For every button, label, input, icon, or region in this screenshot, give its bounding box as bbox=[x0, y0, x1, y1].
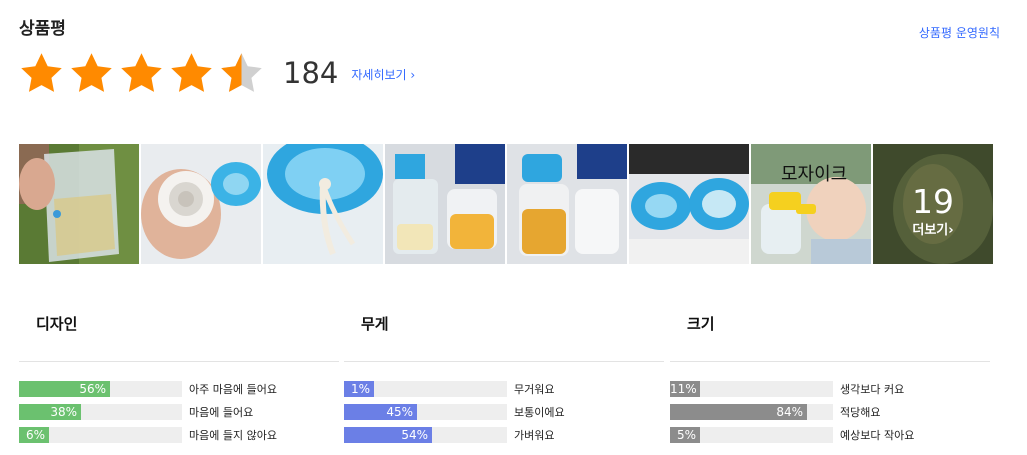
survey-row: 84% 적당해요 bbox=[670, 400, 990, 423]
review-photo-3[interactable] bbox=[263, 144, 383, 264]
survey-row: 38% 마음에 들어요 bbox=[19, 400, 339, 423]
star-icon bbox=[71, 52, 112, 92]
review-photo-6[interactable] bbox=[629, 144, 749, 264]
star-half-icon bbox=[221, 52, 262, 92]
review-photo-2[interactable] bbox=[141, 144, 261, 264]
star-icon bbox=[171, 52, 212, 92]
survey-divider bbox=[344, 361, 664, 362]
survey-weight: 무게 1% 무거워요 45% 보통이에요 54% 가벼워요 bbox=[344, 308, 664, 446]
survey-option-label: 보통이에요 bbox=[514, 405, 565, 419]
survey-rows: 56% 아주 마음에 들어요 38% 마음에 들어요 6% 마음에 들지 않아요 bbox=[19, 377, 339, 446]
more-photos-count: 19 bbox=[912, 182, 954, 221]
survey-option-label: 무거워요 bbox=[514, 382, 555, 396]
detail-link-label: 자세히보기 bbox=[351, 67, 407, 82]
svg-text:모자이크: 모자이크 bbox=[781, 164, 847, 185]
review-policy-link[interactable]: 상품평 운영원칙 bbox=[919, 24, 1000, 41]
star-rating bbox=[19, 51, 264, 96]
survey-bar: 54% bbox=[344, 426, 507, 443]
survey-design: 디자인 56% 아주 마음에 들어요 38% 마음에 들어요 6% 마음에 들지… bbox=[19, 308, 339, 446]
review-count: 184 bbox=[283, 56, 339, 90]
more-photos-button[interactable]: 19 더보기› bbox=[873, 144, 993, 264]
review-photo-5[interactable] bbox=[507, 144, 627, 264]
survey-bar: 45% bbox=[344, 403, 507, 420]
survey-title: 크기 bbox=[687, 315, 715, 333]
survey-bar: 38% bbox=[19, 403, 182, 420]
survey-row: 45% 보통이에요 bbox=[344, 400, 664, 423]
survey-bar: 56% bbox=[19, 380, 182, 397]
survey-option-label: 생각보다 커요 bbox=[840, 382, 905, 396]
survey-rows: 1% 무거워요 45% 보통이에요 54% 가벼워요 bbox=[344, 377, 664, 446]
survey-row: 11% 생각보다 커요 bbox=[670, 377, 990, 400]
survey-row: 6% 마음에 들지 않아요 bbox=[19, 423, 339, 446]
survey-percent: 56% bbox=[79, 381, 106, 396]
star-icon bbox=[21, 52, 62, 92]
survey-option-label: 마음에 들지 않아요 bbox=[189, 428, 277, 442]
survey-rows: 11% 생각보다 커요 84% 적당해요 5% 예상보다 작아요 bbox=[670, 377, 990, 446]
chevron-right-icon: › bbox=[406, 67, 416, 82]
review-photo-1[interactable] bbox=[19, 144, 139, 264]
survey-option-label: 가벼워요 bbox=[514, 428, 555, 442]
chevron-right-icon: › bbox=[948, 223, 954, 238]
survey-title: 무게 bbox=[361, 315, 389, 333]
survey-row: 1% 무거워요 bbox=[344, 377, 664, 400]
survey-bar: 1% bbox=[344, 380, 507, 397]
section-title: 상품평 bbox=[19, 19, 66, 39]
survey-percent: 38% bbox=[50, 404, 77, 419]
rating-summary: 184 자세히보기 › bbox=[19, 50, 415, 96]
more-label-text: 더보기 bbox=[912, 223, 949, 238]
survey-divider bbox=[670, 361, 990, 362]
survey-percent: 6% bbox=[25, 427, 45, 442]
survey-option-label: 마음에 들어요 bbox=[189, 405, 254, 419]
survey-option-label: 예상보다 작아요 bbox=[840, 428, 915, 442]
star-icon bbox=[121, 52, 162, 92]
survey-option-label: 아주 마음에 들어요 bbox=[189, 382, 277, 396]
survey-percent: 5% bbox=[676, 427, 696, 442]
survey-option-label: 적당해요 bbox=[840, 405, 881, 419]
survey-bar: 5% bbox=[670, 426, 833, 443]
survey-row: 5% 예상보다 작아요 bbox=[670, 423, 990, 446]
survey-row: 56% 아주 마음에 들어요 bbox=[19, 377, 339, 400]
survey-title: 디자인 bbox=[36, 315, 78, 333]
review-photo-gallery: 모자이크 19 더보기› bbox=[19, 144, 993, 264]
survey-bar: 11% bbox=[670, 380, 833, 397]
survey-divider bbox=[19, 361, 339, 362]
survey-percent: 84% bbox=[776, 404, 803, 419]
survey-percent: 54% bbox=[401, 427, 428, 442]
more-photos-label: 더보기› bbox=[873, 219, 993, 238]
review-photo-4[interactable] bbox=[385, 144, 505, 264]
survey-bar: 84% bbox=[670, 403, 833, 420]
survey-bar: 6% bbox=[19, 426, 182, 443]
survey-percent: 1% bbox=[350, 381, 370, 396]
survey-size: 크기 11% 생각보다 커요 84% 적당해요 5% 예상보다 작아요 bbox=[670, 308, 990, 446]
review-photo-7[interactable]: 모자이크 bbox=[751, 144, 871, 264]
survey-row: 54% 가벼워요 bbox=[344, 423, 664, 446]
survey-percent: 45% bbox=[386, 404, 413, 419]
rating-detail-link[interactable]: 자세히보기 › bbox=[351, 66, 415, 83]
survey-percent: 11% bbox=[670, 381, 697, 396]
